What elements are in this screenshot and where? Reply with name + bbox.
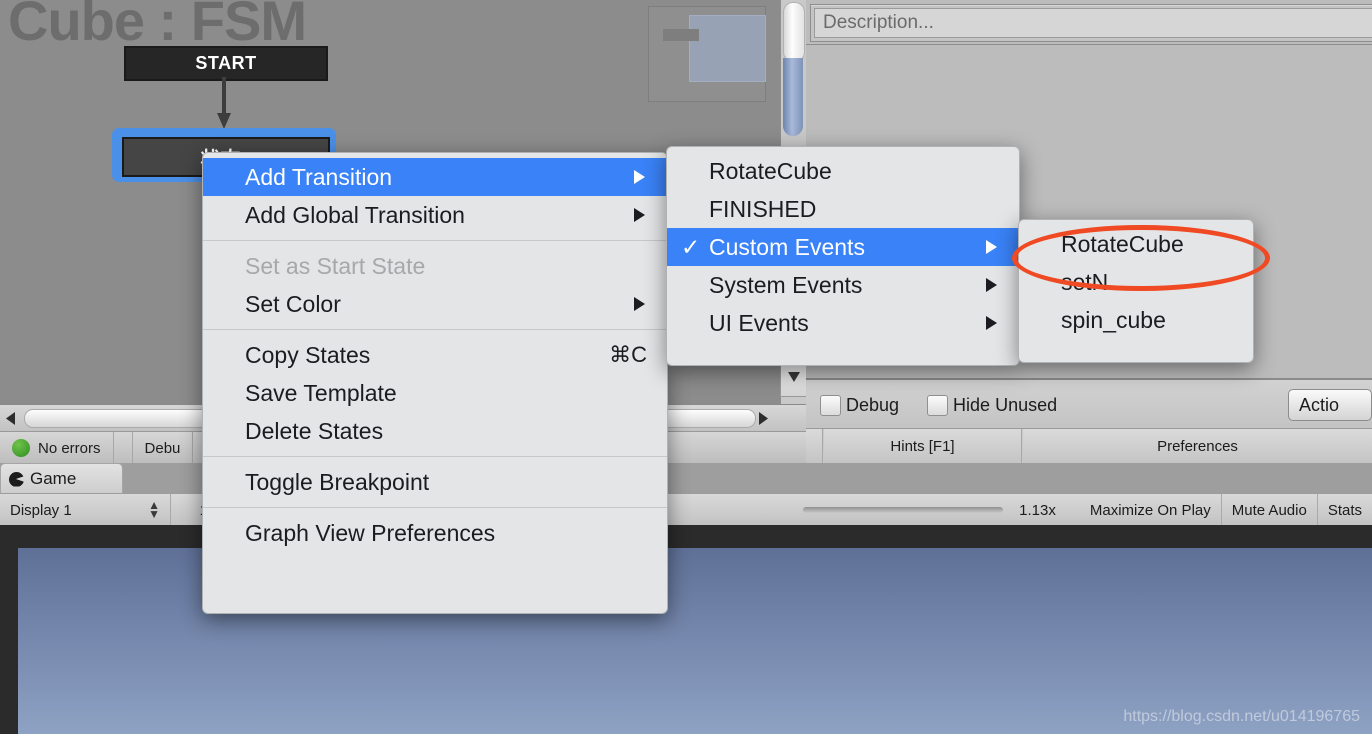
submenu-item-ui-events[interactable]: UI Events: [667, 304, 1019, 342]
debug-checkbox-label: Debug: [846, 394, 900, 415]
submenu-arrow-icon: [986, 316, 997, 330]
hide-unused-checkbox-label: Hide Unused: [953, 394, 1058, 415]
menu-item-add-global-transition[interactable]: Add Global Transition: [203, 196, 667, 234]
description-input[interactable]: Description...: [814, 8, 1372, 38]
menu-item-label: Add Global Transition: [245, 201, 465, 228]
submenu-item-setn-event[interactable]: setN: [1019, 263, 1253, 301]
menu-item-copy-states[interactable]: Copy States ⌘C: [203, 336, 667, 374]
menu-item-label: Delete States: [245, 417, 384, 444]
menu-item-delete-states[interactable]: Delete States: [203, 412, 667, 450]
menu-item-save-template[interactable]: Save Template: [203, 374, 667, 412]
menu-item-label: Save Template: [245, 379, 397, 406]
transition-arrow-icon: [217, 77, 231, 129]
minimap-viewport-rect[interactable]: [689, 15, 766, 82]
game-tab-icon: [9, 471, 24, 487]
hide-unused-checkbox[interactable]: [927, 394, 949, 416]
submenu-item-finished[interactable]: FINISHED: [667, 190, 1019, 228]
checkmark-icon: ✓: [681, 233, 701, 260]
menu-item-label: Graph View Preferences: [245, 519, 496, 546]
submenu-item-rotatecube[interactable]: RotateCube: [667, 152, 1019, 190]
submenu-arrow-icon: [986, 240, 997, 254]
scroll-right-arrow-icon[interactable]: [756, 410, 770, 427]
fsm-start-node[interactable]: START: [124, 46, 328, 81]
mute-audio-label: Mute Audio: [1231, 501, 1307, 519]
action-button-label: Actio: [1299, 394, 1340, 415]
menu-item-label: RotateCube: [709, 157, 832, 184]
inspector-bottom-pad: [806, 463, 1372, 493]
menu-item-label: Set Color: [245, 290, 341, 317]
menu-item-set-color[interactable]: Set Color: [203, 285, 667, 323]
action-button[interactable]: Actio: [1288, 389, 1372, 421]
graph-vertical-scroll-thumb[interactable]: [783, 2, 805, 62]
inspector-footer: Hints [F1] Preferences: [806, 428, 1372, 464]
menu-item-shortcut: ⌘C: [609, 342, 647, 367]
hints-button[interactable]: Hints [F1]: [823, 429, 1022, 464]
fsm-start-node-label: START: [195, 53, 257, 73]
status-debug[interactable]: Debu: [133, 432, 194, 464]
preferences-button[interactable]: Preferences: [1022, 429, 1372, 464]
tab-game[interactable]: Game: [0, 463, 123, 494]
menu-separator: [203, 507, 667, 508]
menu-item-graph-view-preferences[interactable]: Graph View Preferences: [203, 514, 667, 552]
menu-separator: [203, 329, 667, 330]
status-spacer: [114, 432, 133, 464]
chevron-updown-icon: ▲ ▼: [148, 498, 160, 521]
status-ok-dot-icon: [12, 439, 30, 457]
hints-label: Hints [F1]: [890, 438, 955, 455]
menu-item-label: Toggle Breakpoint: [245, 468, 430, 495]
menu-item-add-transition[interactable]: Add Transition: [203, 158, 667, 196]
menu-item-label: Add Transition: [245, 163, 393, 190]
preferences-label: Preferences: [1157, 438, 1238, 455]
maximize-on-play-label: Maximize On Play: [1089, 501, 1211, 519]
submenu-add-transition[interactable]: RotateCube FINISHED ✓ Custom Events Syst…: [666, 146, 1020, 366]
submenu-arrow-icon: [634, 208, 645, 222]
submenu-item-system-events[interactable]: System Events: [667, 266, 1019, 304]
description-placeholder: Description...: [823, 12, 934, 33]
hide-unused-checkbox-row[interactable]: Hide Unused: [927, 394, 1058, 416]
menu-item-label: Set as Start State: [245, 252, 426, 279]
submenu-item-spin-cube-event[interactable]: spin_cube: [1019, 301, 1253, 339]
menu-item-label: RotateCube: [1061, 230, 1184, 257]
menu-item-label: FINISHED: [709, 195, 817, 222]
status-no-errors[interactable]: No errors: [0, 432, 114, 464]
minimap-node-marker: [663, 29, 699, 41]
debug-checkbox[interactable]: [820, 394, 841, 416]
display-dropdown[interactable]: Display 1 ▲ ▼: [0, 494, 171, 526]
menu-separator: [203, 240, 667, 241]
debug-checkbox-row[interactable]: Debug: [820, 394, 900, 416]
maximize-on-play-button[interactable]: Maximize On Play: [1080, 494, 1222, 526]
menu-item-label: setN: [1061, 268, 1109, 295]
submenu-item-rotatecube-event[interactable]: RotateCube: [1019, 225, 1253, 263]
mute-audio-button[interactable]: Mute Audio: [1222, 494, 1318, 526]
watermark-url: https://blog.csdn.net/u014196765: [1123, 708, 1360, 725]
tab-game-label: Game: [30, 469, 77, 488]
scroll-left-arrow-icon[interactable]: [4, 410, 18, 427]
zoom-level-label: 1.13x: [1019, 501, 1056, 519]
submenu-arrow-icon: [634, 170, 645, 184]
menu-item-set-as-start-state: Set as Start State: [203, 247, 667, 285]
menu-item-label: System Events: [709, 271, 863, 298]
stats-button[interactable]: Stats: [1318, 494, 1372, 526]
submenu-custom-events[interactable]: RotateCube setN spin_cube: [1018, 219, 1254, 363]
menu-item-toggle-breakpoint[interactable]: Toggle Breakpoint: [203, 463, 667, 501]
status-no-errors-label: No errors: [38, 439, 101, 457]
submenu-item-custom-events[interactable]: ✓ Custom Events: [667, 228, 1019, 266]
footer-spacer: [806, 429, 823, 464]
menu-separator: [203, 456, 667, 457]
context-menu[interactable]: Add Transition Add Global Transition Set…: [202, 152, 668, 614]
stats-label: Stats: [1327, 501, 1362, 519]
submenu-arrow-icon: [986, 278, 997, 292]
display-dropdown-label: Display 1: [10, 501, 72, 519]
graph-vertical-scroll-thumb-active[interactable]: [783, 58, 803, 136]
submenu-arrow-icon: [634, 297, 645, 311]
menu-item-label: Copy States: [245, 341, 371, 368]
menu-item-label: spin_cube: [1061, 306, 1166, 333]
menu-item-label: UI Events: [709, 309, 809, 336]
graph-minimap[interactable]: [648, 6, 766, 102]
zoom-slider-track[interactable]: [803, 507, 1004, 513]
status-debug-label: Debu: [144, 439, 181, 457]
menu-item-label: Custom Events: [709, 233, 865, 260]
